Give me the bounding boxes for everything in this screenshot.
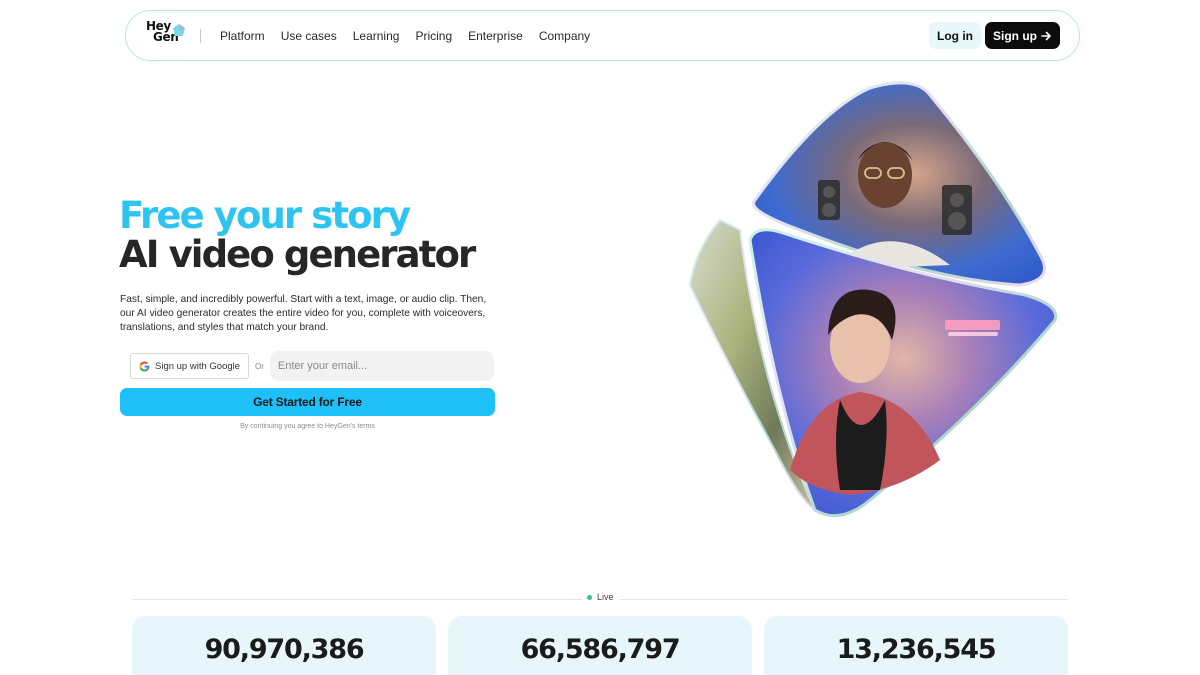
nav-link-learning[interactable]: Learning: [353, 29, 400, 43]
stat-card: 13,236,545: [764, 616, 1068, 675]
get-started-button[interactable]: Get Started for Free: [120, 388, 495, 416]
login-button[interactable]: Log in: [929, 22, 981, 49]
email-input[interactable]: [269, 351, 494, 381]
live-indicator: Live: [582, 592, 619, 602]
google-icon: [139, 361, 150, 372]
nav-link-platform[interactable]: Platform: [220, 29, 265, 43]
nav-link-use-cases[interactable]: Use cases: [281, 29, 337, 43]
signup-row: Sign up with Google Or: [130, 351, 494, 381]
stat-value: 13,236,545: [836, 634, 997, 665]
google-signup-button[interactable]: Sign up with Google: [130, 353, 249, 379]
nav-actions: Log in Sign up: [929, 22, 1060, 49]
nav-link-pricing[interactable]: Pricing: [415, 29, 452, 43]
stat-value: 66,586,797: [520, 634, 681, 665]
live-stats: 90,970,386 66,586,797 13,236,545: [132, 616, 1068, 675]
live-dot-icon: [587, 594, 592, 600]
hero-description: Fast, simple, and incredibly powerful. S…: [120, 294, 487, 333]
nav-link-company[interactable]: Company: [539, 29, 590, 43]
arrow-right-icon: [1041, 31, 1051, 40]
live-label: Live: [597, 592, 614, 602]
top-navigation: Hey Gen Platform Use cases Learning Pric…: [125, 10, 1080, 61]
logo-mark-icon: [173, 23, 185, 36]
hero-cube-visual: [688, 81, 1058, 518]
signup-button-label: Sign up: [993, 28, 1037, 43]
stat-card: 90,970,386: [132, 616, 436, 675]
google-signup-label: Sign up with Google: [155, 360, 241, 372]
hero-headline-accent: Free your story: [119, 194, 411, 237]
hero-headline: AI video generator: [119, 233, 476, 276]
nav-divider: [200, 28, 201, 43]
neon-lights: [945, 320, 1000, 336]
or-separator: Or: [255, 361, 264, 371]
terms-notice: By continuing you agree to HeyGen's term…: [240, 423, 375, 430]
heygen-logo[interactable]: Hey Gen: [146, 20, 186, 51]
nav-links: Platform Use cases Learning Pricing Ente…: [220, 29, 929, 43]
nav-link-enterprise[interactable]: Enterprise: [468, 29, 523, 43]
stat-card: 66,586,797: [448, 616, 752, 675]
signup-button[interactable]: Sign up: [985, 22, 1060, 49]
stat-value: 90,970,386: [204, 634, 365, 665]
